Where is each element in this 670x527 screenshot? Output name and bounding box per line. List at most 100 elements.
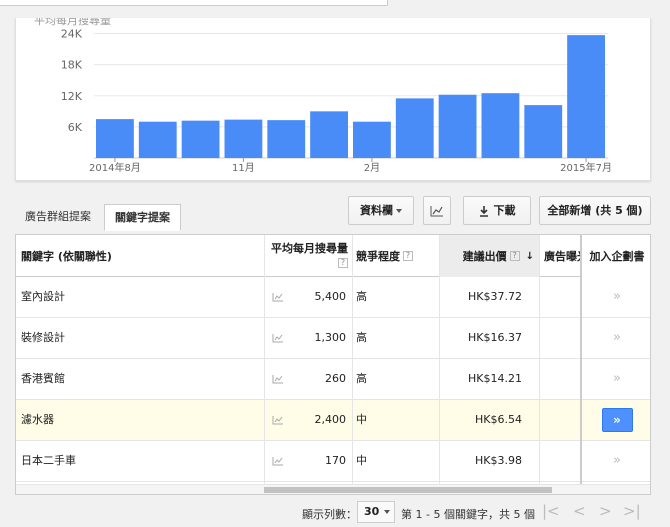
- trend-chart-icon[interactable]: [271, 441, 285, 481]
- add-to-plan-icon[interactable]: »: [613, 289, 621, 304]
- keyword-text[interactable]: 香港賓館: [21, 359, 261, 399]
- trend-chart-icon[interactable]: [271, 359, 285, 399]
- y-tick-label: 6K: [68, 121, 83, 134]
- rows-per-page-select[interactable]: 30: [357, 501, 395, 523]
- add-to-plan-cell[interactable]: »: [582, 359, 650, 399]
- add-all-button[interactable]: 全部新增 (共 5 個): [539, 196, 651, 225]
- competition-value: 中: [356, 454, 367, 467]
- avg-searches-value: 260: [325, 372, 346, 385]
- chart-bar[interactable]: [181, 120, 220, 158]
- chart-bar[interactable]: [567, 35, 605, 158]
- table-header: 關鍵字 (依關聯性) 平均每月搜尋量? 競爭程度? 建議出價? ↓ 廣告曝光 加入…: [16, 235, 650, 277]
- header-keyword-label: 關鍵字 (依關聯性): [21, 250, 112, 263]
- header-add-to-plan: 加入企劃書: [582, 235, 650, 277]
- table-row: 濾水器 2,400 中 HK$6.54 »: [16, 400, 650, 441]
- suggested-bid-value: HK$14.21: [468, 372, 522, 385]
- chart-bar[interactable]: [267, 120, 306, 158]
- header-competition[interactable]: 競爭程度?: [356, 235, 436, 277]
- avg-searches-value: 170: [325, 454, 346, 467]
- tab-keyword-ideas[interactable]: 關鍵字提案: [104, 204, 181, 231]
- add-to-plan-icon[interactable]: »: [613, 453, 621, 468]
- col-divider: [352, 235, 353, 484]
- next-page-icon[interactable]: >: [599, 502, 612, 520]
- tab-adgroup-ideas[interactable]: 廣告群組提案: [15, 205, 101, 229]
- suggested-bid-value: HK$37.72: [468, 290, 522, 303]
- x-tick-label: 2014年8月: [89, 161, 141, 174]
- add-to-plan-cell[interactable]: »: [582, 400, 650, 440]
- add-to-plan-cell[interactable]: »: [582, 277, 650, 317]
- table-row: 日本二手車 170 中 HK$3.98 »: [16, 441, 650, 482]
- table-row: 裝修設計 1,300 高 HK$16.37 »: [16, 318, 650, 359]
- chart-bars: [96, 35, 605, 158]
- chart-bar[interactable]: [395, 98, 434, 158]
- chart-x-ticks: 2014年8月 11月 2月 2015年7月: [89, 158, 612, 174]
- avg-searches-value: 1,300: [314, 331, 347, 344]
- download-button[interactable]: 下載: [463, 196, 531, 225]
- horizontal-scrollbar[interactable]: [16, 484, 650, 494]
- first-page-icon[interactable]: |<: [542, 502, 560, 520]
- col-divider: [439, 235, 440, 484]
- trend-chart-icon[interactable]: [271, 318, 285, 358]
- chart-bar[interactable]: [438, 94, 477, 158]
- scrollbar-thumb[interactable]: [264, 487, 552, 493]
- top-input-edge: [0, 0, 388, 6]
- help-icon[interactable]: ?: [338, 258, 348, 268]
- rows-per-page-value: 30: [364, 505, 380, 518]
- download-label: 下載: [493, 204, 516, 217]
- download-icon: [479, 205, 488, 217]
- header-keyword[interactable]: 關鍵字 (依關聯性): [21, 235, 261, 277]
- col-divider: [264, 235, 265, 484]
- chart-bar[interactable]: [224, 119, 263, 158]
- header-competition-label: 競爭程度: [356, 250, 400, 263]
- chart-bar[interactable]: [524, 105, 563, 158]
- columns-label: 資料欄: [360, 204, 393, 217]
- competition-value: 高: [356, 290, 367, 303]
- help-icon[interactable]: ?: [509, 251, 520, 261]
- keyword-text[interactable]: 日本二手車: [21, 441, 261, 481]
- y-tick-label: 18K: [61, 59, 83, 72]
- x-tick-label: 2月: [364, 162, 380, 174]
- table-row: 室內設計 5,400 高 HK$37.72 »: [16, 277, 650, 318]
- keyword-text[interactable]: 濾水器: [21, 400, 261, 440]
- keyword-text[interactable]: 裝修設計: [21, 318, 261, 358]
- last-page-icon[interactable]: >|: [623, 502, 641, 520]
- table-row: 香港賓館 260 高 HK$14.21 »: [16, 359, 650, 400]
- chart-bar[interactable]: [138, 121, 177, 158]
- header-avg-text: 平均每月搜尋量: [271, 242, 348, 255]
- chart-toggle-button[interactable]: [423, 196, 451, 225]
- chart-y-ticks: 6K 12K 18K 24K: [61, 28, 83, 134]
- add-to-plan-button[interactable]: »: [601, 408, 633, 432]
- search-volume-chart: 平均每月搜尋量 6K 12K 18K 24K 2014年8月 11月 2月 2015年7月: [34, 18, 612, 174]
- page-range-info: 第 1 - 5 個關鍵字，共 5 個: [401, 508, 535, 521]
- header-avg-searches[interactable]: 平均每月搜尋量?: [266, 235, 348, 277]
- toolbar: 廣告群組提案 關鍵字提案 資料欄 下載 全部新增 (共 5 個): [0, 195, 670, 231]
- chart-bar[interactable]: [96, 119, 134, 158]
- chart-bar[interactable]: [353, 121, 391, 158]
- sort-desc-icon: ↓: [525, 250, 534, 262]
- y-tick-label: 12K: [61, 90, 83, 103]
- columns-button[interactable]: 資料欄: [348, 196, 414, 225]
- competition-value: 中: [356, 413, 367, 426]
- add-to-plan-icon[interactable]: »: [613, 371, 621, 386]
- help-icon[interactable]: ?: [403, 251, 413, 261]
- chart-bar[interactable]: [310, 111, 348, 158]
- search-volume-chart-card: 平均每月搜尋量 6K 12K 18K 24K 2014年8月 11月 2月 2015年7月: [15, 18, 651, 181]
- line-chart-icon: [430, 206, 443, 217]
- x-tick-label: 11月: [232, 162, 255, 174]
- header-suggested-bid[interactable]: 建議出價? ↓: [440, 235, 540, 277]
- col-divider: [539, 235, 540, 484]
- trend-chart-icon[interactable]: [271, 400, 285, 440]
- trend-chart-icon[interactable]: [271, 277, 285, 317]
- competition-value: 高: [356, 372, 367, 385]
- add-to-plan-icon[interactable]: »: [613, 330, 621, 345]
- header-avg-label: 平均每月搜尋量?: [266, 242, 348, 270]
- chart-bar[interactable]: [481, 93, 520, 158]
- keyword-text[interactable]: 室內設計: [21, 277, 261, 317]
- x-tick-label: 2015年7月: [560, 161, 612, 174]
- add-to-plan-cell[interactable]: »: [582, 318, 650, 358]
- chart-title: 平均每月搜尋量: [34, 18, 111, 27]
- add-to-plan-cell[interactable]: »: [582, 441, 650, 481]
- suggested-bid-value: HK$6.54: [475, 413, 522, 426]
- prev-page-icon[interactable]: <: [573, 502, 586, 520]
- keyword-ideas-table: 關鍵字 (依關聯性) 平均每月搜尋量? 競爭程度? 建議出價? ↓ 廣告曝光 加入…: [15, 234, 651, 495]
